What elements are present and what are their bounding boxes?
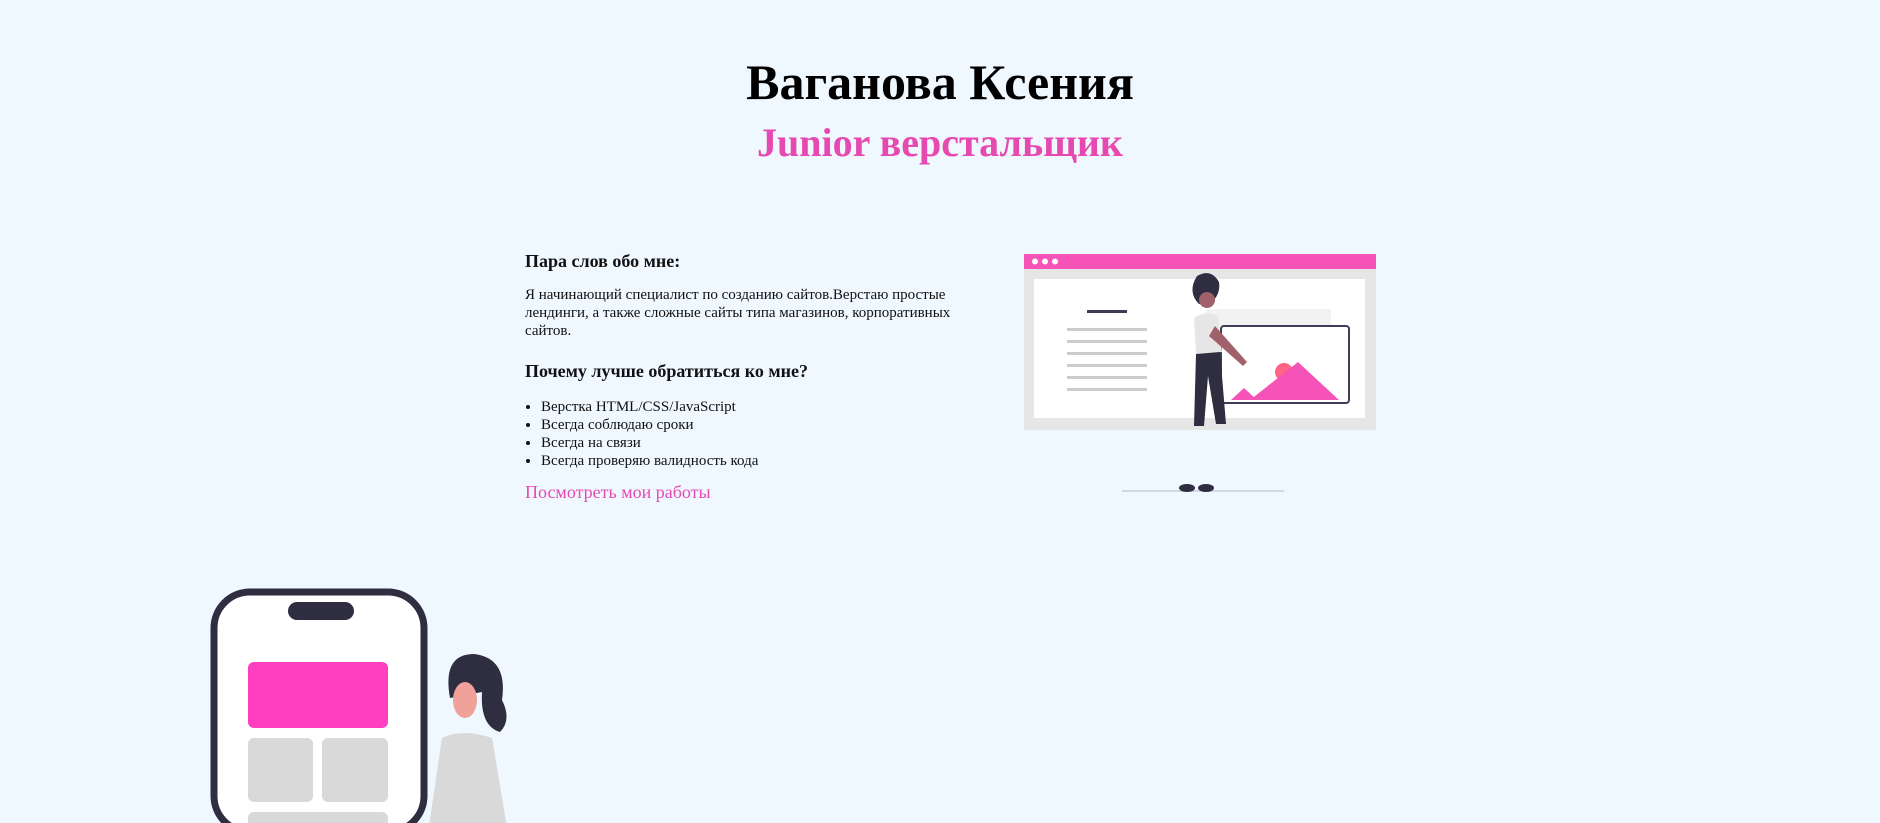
about-text: Я начинающий специалист по созданию сайт…: [525, 287, 951, 339]
reasons-list: Верстка HTML/CSS/JavaScript Всегда соблю…: [525, 398, 995, 470]
window-dot-icon: [1042, 258, 1048, 265]
browser-titlebar: [1024, 254, 1376, 269]
text-line: [1087, 310, 1127, 313]
subtitle-role: Junior верстальщик: [757, 120, 1123, 165]
about-heading: Пара слов обо мне:: [525, 251, 681, 271]
list-item: Всегда проверяю валидность кода: [541, 452, 995, 470]
phone-notch: [288, 602, 354, 620]
view-works-link[interactable]: Посмотреть мои работы: [525, 482, 711, 503]
window-dot-icon: [1052, 258, 1058, 265]
about-section: Пара слов обо мне: Я начинающий специали…: [525, 246, 995, 503]
phone-banner: [248, 662, 388, 728]
list-item: Всегда на связи: [541, 434, 995, 452]
page: Ваганова Ксения Junior верстальщик Пара …: [0, 0, 1880, 823]
window-dot-icon: [1032, 258, 1038, 265]
list-item: Верстка HTML/CSS/JavaScript: [541, 398, 995, 416]
list-item: Всегда соблюдаю сроки: [541, 416, 995, 434]
website-illustration: [1024, 254, 1376, 492]
page-title: Ваганова Ксения: [746, 54, 1134, 110]
why-heading: Почему лучше обратиться ко мне?: [525, 361, 808, 381]
phone-illustration: [210, 588, 507, 823]
